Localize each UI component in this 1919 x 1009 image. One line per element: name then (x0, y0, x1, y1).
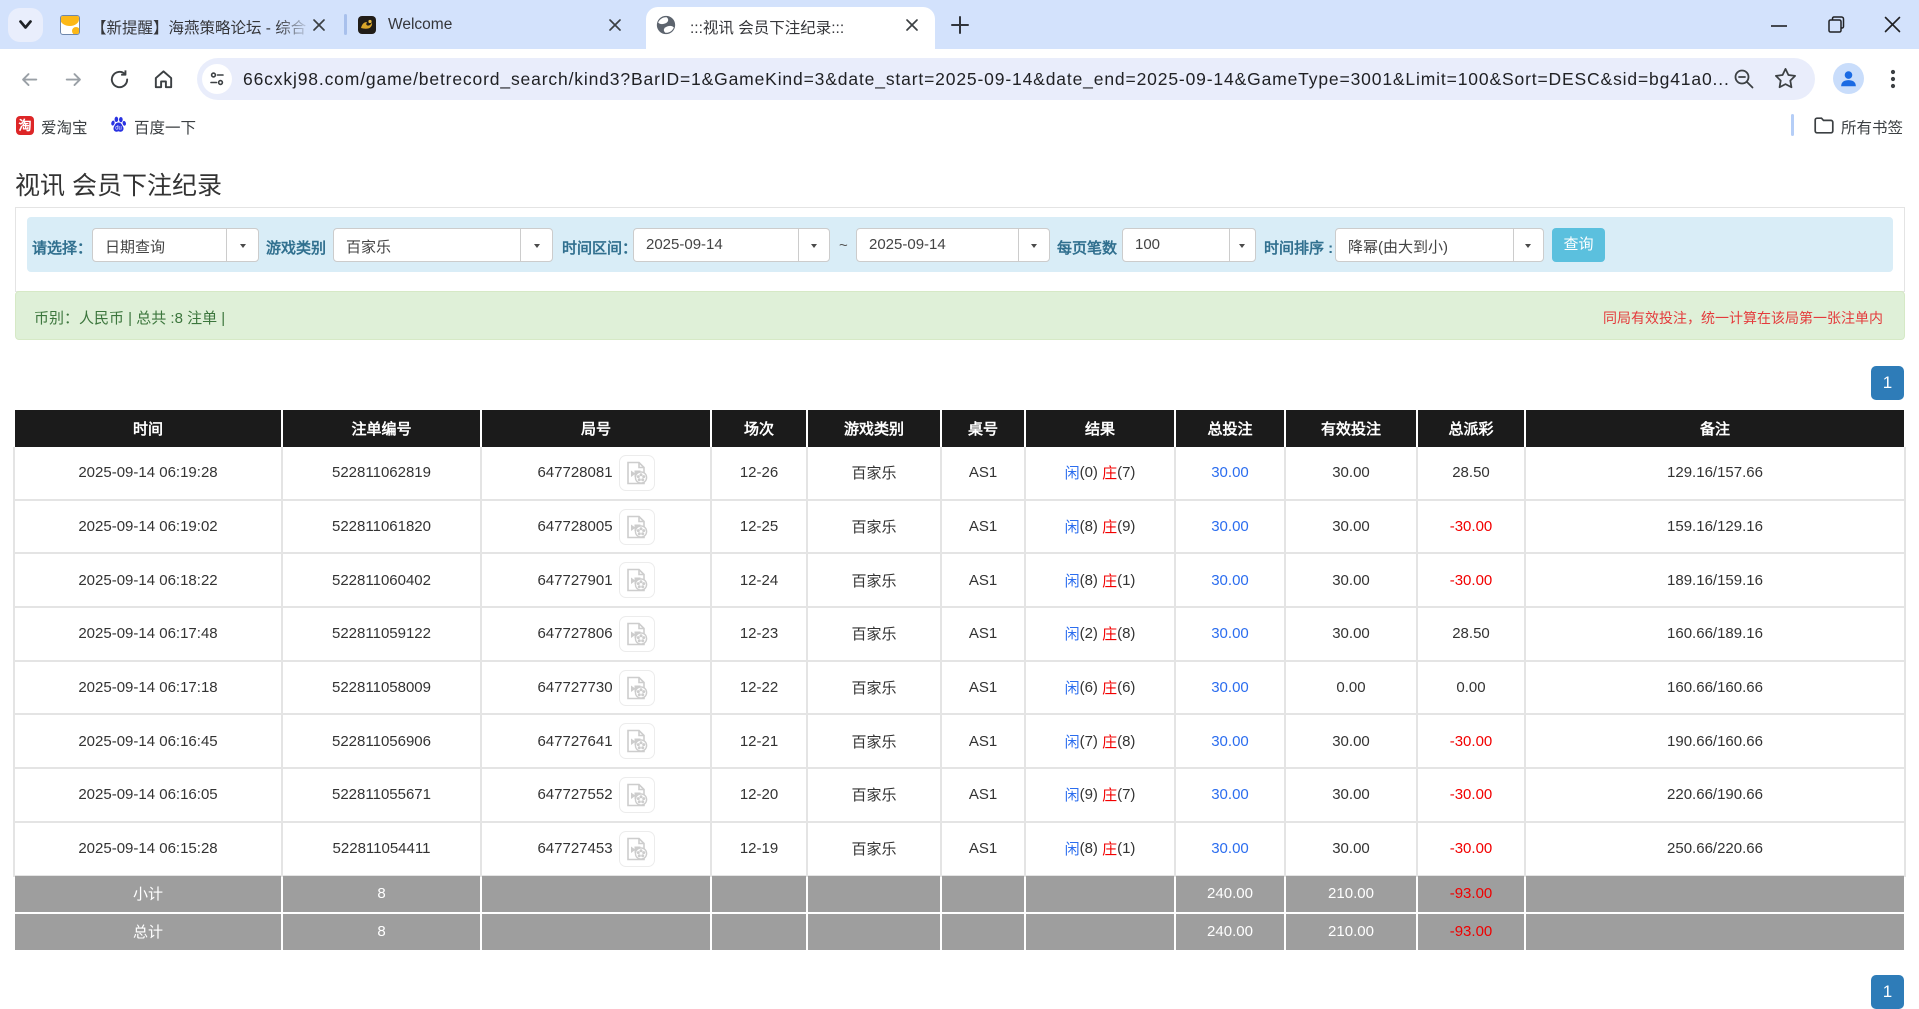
svg-text:du: du (115, 126, 122, 132)
